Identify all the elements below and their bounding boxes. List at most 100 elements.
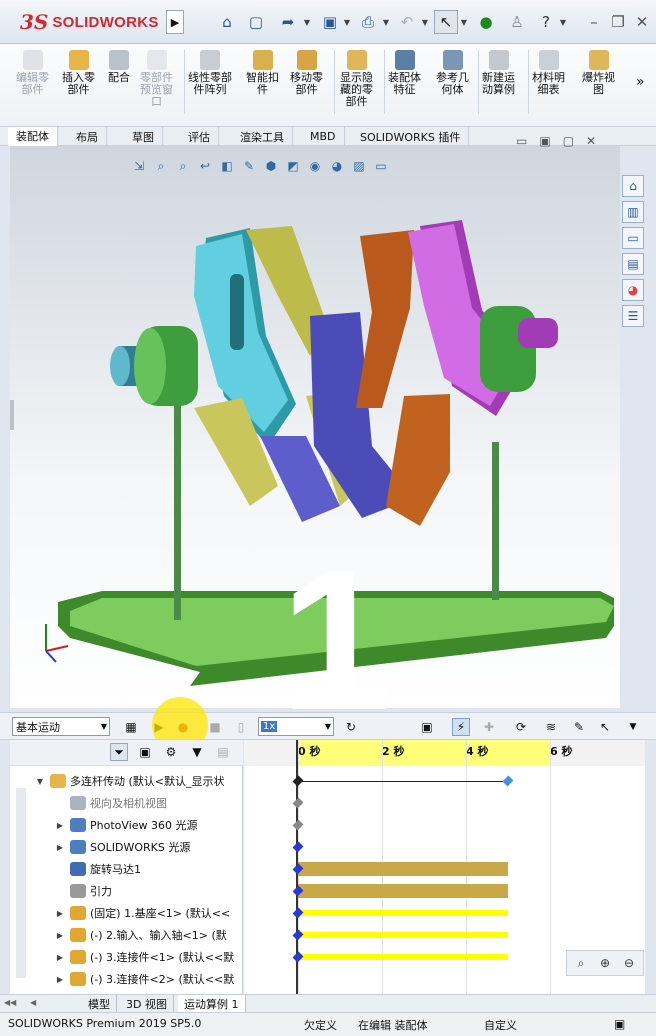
tab-mbd[interactable]: MBD [302,127,345,146]
expand-toggle-icon[interactable]: ▶ [54,821,66,830]
tab-3d-views[interactable]: 3D 视图 [120,995,174,1012]
solidworks-resources-icon[interactable]: ⌂ [622,175,644,197]
expand-toggle-icon[interactable]: ▶ [54,909,66,918]
menu-expand-arrow[interactable]: ▶ [166,10,184,34]
exploded-view-button[interactable]: 爆炸视 图 [582,50,615,96]
restore-icon[interactable]: ❐ [606,10,630,34]
scroll-prev-icon[interactable]: ◀ [30,998,36,1007]
panel-collapse-handle[interactable] [10,400,14,430]
timeline-keypoint[interactable] [292,775,304,787]
rebuild-icon[interactable]: ● [474,10,498,34]
filter-icon[interactable]: ⏷ [110,743,128,761]
preview-window-button[interactable]: 零部件 预览窗 口 [140,50,173,108]
file-explorer-icon[interactable]: ▭ [622,227,644,249]
tab-model[interactable]: 模型 [82,995,117,1012]
spring-icon[interactable]: ≋ [542,718,560,736]
timeline-keypoint[interactable] [292,797,304,809]
bom-button[interactable]: 材料明 细表 [532,50,565,96]
tree-row[interactable]: ▶ PhotoView 360 光源 [10,814,243,836]
tree-row[interactable]: ▶ (-) 3.连接件<1> (默认<<默 [10,946,243,968]
playback-mode-icon[interactable]: ↻ [342,718,360,736]
tree-row[interactable]: ▼ 多连杆传动 (默认<默认_显示状 [10,770,243,792]
select-icon[interactable]: ↖ [434,10,458,34]
zoom-out-icon[interactable]: ⊖ [618,953,640,973]
view-palette-icon[interactable]: ▤ [622,253,644,275]
gravity-select-icon[interactable]: ↖ [596,718,614,736]
contact-icon[interactable]: ✎ [570,718,588,736]
expand-toggle-icon[interactable]: ▼ [34,777,46,786]
tab-sketch[interactable]: 草图 [124,127,163,146]
motor-icon[interactable]: ⟳ [512,718,530,736]
reference-geometry-button[interactable]: 参考几 何体 [436,50,469,96]
user-icon[interactable]: ♙ [505,10,529,34]
customize-status-icon[interactable]: ▣ [614,1017,625,1031]
zoom-in-icon[interactable]: ⊕ [594,953,616,973]
select-dropdown-icon[interactable]: ▼ [459,10,469,34]
edit-component-button[interactable]: 编辑零 部件 [16,50,49,96]
tree-row[interactable]: ▶ (-) 3.连接件<2> (默认<<默 [10,968,243,990]
tab-assembly[interactable]: 装配体 [8,127,58,146]
unit-system[interactable]: 自定义 [484,1017,517,1033]
zoom-to-fit-icon[interactable]: ⌕ [570,953,592,973]
expand-toggle-icon[interactable]: ▶ [54,931,66,940]
study-type-select[interactable]: 基本运动 ▼ [12,717,110,736]
filter-results-icon[interactable]: ▤ [214,743,232,761]
mate-button[interactable]: 配合 [108,50,130,84]
custom-properties-icon[interactable]: ☰ [622,305,644,327]
tree-row[interactable]: ▶ (固定) 1.基座<1> (默认<< [10,902,243,924]
graphics-viewport[interactable]: ⇲ ⌕ ⌕ ↩ ◧ ✎ ⬢ ◩ ◉ ◕ ▨ ▭ 1 [10,146,620,741]
assembly-feature-button[interactable]: 装配体 特征 [388,50,421,96]
expand-toggle-icon[interactable]: ▶ [54,843,66,852]
tree-row[interactable]: 旋转马达1 [10,858,243,880]
stop-icon[interactable]: ■ [206,718,224,736]
tab-addins[interactable]: SOLIDWORKS 插件 [352,127,470,146]
filter-selected-icon[interactable]: ▼ [188,743,206,761]
print-icon[interactable]: ⎙ [356,10,380,34]
tree-row[interactable]: 视向及相机视图 [10,792,243,814]
new-motion-study-button[interactable]: 新建运 动算例 [482,50,515,96]
timeline-change-bar[interactable] [298,910,508,916]
appearances-icon[interactable]: ◕ [622,279,644,301]
viewport-close-icon[interactable]: ✕ [586,134,596,148]
add-key-icon[interactable]: ✚ [480,718,498,736]
close-icon[interactable]: ✕ [630,10,654,34]
filter-animated-icon[interactable]: ▣ [136,743,154,761]
linear-pattern-button[interactable]: 线性零部 件阵列 [188,50,232,96]
collapse-panel-icon[interactable]: ▼ [624,718,642,736]
insert-component-button[interactable]: 插入零 部件 [62,50,95,96]
undo-icon[interactable]: ↶ [395,10,419,34]
viewport-restore-icon[interactable]: ▣ [539,134,550,148]
scroll-first-icon[interactable]: ◀◀ [4,998,16,1007]
show-hidden-components-button[interactable]: 显示隐 藏的零 部件 [340,50,373,108]
tree-scrollbar[interactable] [16,788,26,978]
smart-fastener-button[interactable]: 智能扣 件 [246,50,279,96]
minimize-icon[interactable]: – [582,10,606,34]
tree-row[interactable]: ▶ SOLIDWORKS 光源 [10,836,243,858]
timeline-keypoint[interactable] [292,841,304,853]
viewport-maximize-icon[interactable]: ▢ [563,134,574,148]
tab-motion-study-1[interactable]: 运动算例 1 [178,995,246,1012]
expand-toggle-icon[interactable]: ▶ [54,953,66,962]
design-library-icon[interactable]: ▥ [622,201,644,223]
print-dropdown-icon[interactable]: ▼ [381,10,391,34]
end-keypoint[interactable] [502,775,514,787]
tab-render-tools[interactable]: 渲染工具 [232,127,293,146]
timeline-change-bar[interactable] [298,862,508,876]
timeline-change-bar[interactable] [298,932,508,938]
save-animation-icon[interactable]: ▣ [418,718,436,736]
tree-row[interactable]: ▶ (-) 2.输入、输入轴<1> (默 [10,924,243,946]
save-icon[interactable]: ▣ [318,10,342,34]
home-icon[interactable]: ⌂ [215,10,239,34]
calculate-icon[interactable]: ▦ [122,718,140,736]
save-dropdown-icon[interactable]: ▼ [342,10,352,34]
help-icon[interactable]: ? [534,10,558,34]
ribbon-more-button[interactable]: » [636,74,645,90]
open-dropdown-icon[interactable]: ▼ [302,10,312,34]
filter-driving-icon[interactable]: ⚙ [162,743,180,761]
timeline-change-bar[interactable] [298,954,508,960]
tab-evaluate[interactable]: 评估 [180,127,219,146]
playback-speed-select[interactable]: 1x ▼ [258,717,334,736]
time-slider-icon[interactable]: ▯ [232,718,250,736]
help-dropdown-icon[interactable]: ▼ [558,10,568,34]
new-document-icon[interactable]: ▢ [244,10,268,34]
